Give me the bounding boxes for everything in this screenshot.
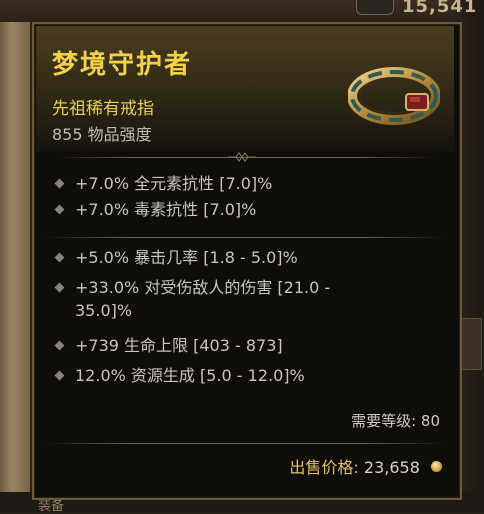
background-left <box>0 0 30 512</box>
gold-display: 15,541 <box>402 0 478 17</box>
gold-coin-icon <box>431 461 442 472</box>
affix: +739 生命上限 [403 - 873] <box>54 334 283 357</box>
sell-price-value: 23,658 <box>363 458 420 477</box>
affix: +33.0% 对受伤敌人的伤害 [21.0 - 35.0]% <box>54 276 330 322</box>
section-divider <box>36 150 454 164</box>
section-divider <box>36 230 454 244</box>
affix: 12.0% 资源生成 [5.0 - 12.0]% <box>54 364 305 387</box>
item-tooltip: 梦境守护者 先祖稀有戒指 855 物品强度 +7.0% 全元素抗性 [7.0]%… <box>32 22 462 500</box>
section-divider <box>36 436 454 450</box>
item-name: 梦境守护者 <box>52 50 193 80</box>
diamond-bullet-icon <box>54 252 65 263</box>
ring-icon <box>348 67 440 125</box>
tooltip-header: 梦境守护者 先祖稀有戒指 855 物品强度 <box>36 26 454 152</box>
diamond-bullet-icon <box>54 282 65 293</box>
diamond-bullet-icon <box>54 178 65 189</box>
sell-price-label: 出售价格: <box>289 458 359 477</box>
diamond-bullet-icon <box>54 370 65 381</box>
sell-price: 出售价格: 23,658 <box>289 454 442 478</box>
item-type: 先祖稀有戒指 <box>52 99 154 119</box>
side-button[interactable] <box>460 318 482 370</box>
affix: +5.0% 暴击几率 [1.8 - 5.0]% <box>54 246 298 269</box>
diamond-bullet-icon <box>54 204 65 215</box>
implicit-affix: +7.0% 全元素抗性 [7.0]% <box>54 172 272 195</box>
top-hud-icon[interactable] <box>356 0 394 15</box>
item-power: 855 物品强度 <box>52 125 152 144</box>
required-level: 需要等级: 80 <box>351 412 440 430</box>
diamond-bullet-icon <box>54 340 65 351</box>
implicit-affix: +7.0% 毒素抗性 [7.0]% <box>54 198 256 221</box>
